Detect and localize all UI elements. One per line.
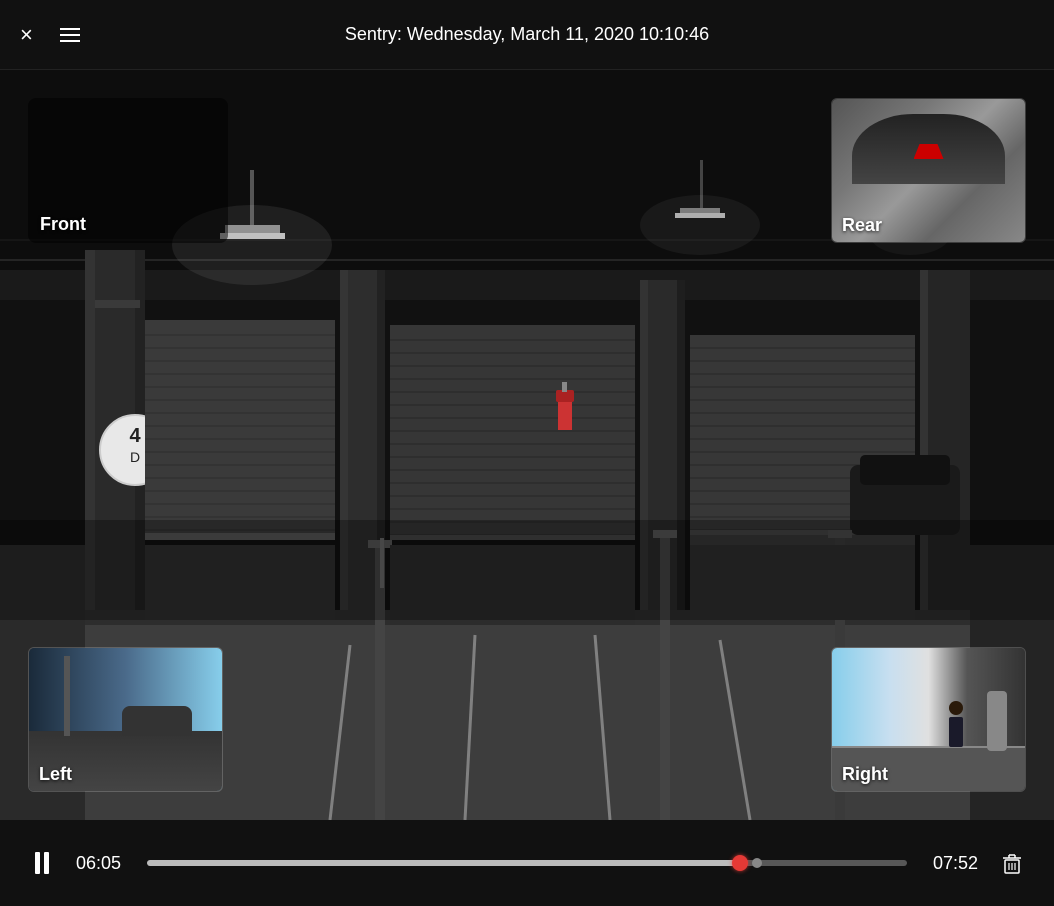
right-person [947, 701, 965, 751]
left-camera-label: Left [39, 764, 72, 785]
menu-icon-bar1 [60, 28, 80, 30]
person-head [949, 701, 963, 715]
close-button[interactable]: × [20, 24, 33, 46]
rear-camera-label: Rear [842, 215, 882, 236]
left-car [122, 706, 192, 736]
menu-button[interactable] [60, 28, 80, 42]
pause-bar-right [44, 852, 49, 874]
left-camera-thumbnail[interactable]: Left [28, 647, 223, 792]
video-title: Sentry: Wednesday, March 11, 2020 10:10:… [345, 24, 709, 45]
play-pause-button[interactable] [24, 845, 60, 881]
svg-text:4: 4 [129, 425, 141, 447]
total-time-display: 07:52 [923, 853, 978, 874]
progress-handle-secondary[interactable] [752, 858, 762, 868]
progress-handle-primary[interactable] [732, 855, 748, 871]
right-camera-label: Right [842, 764, 888, 785]
controls-bar: 06:05 07:52 [0, 820, 1054, 906]
front-camera-label: Front [40, 214, 86, 235]
pause-bar-left [35, 852, 40, 874]
trash-icon [999, 850, 1025, 876]
menu-icon-bar2 [60, 34, 80, 36]
rear-window [852, 114, 1005, 184]
current-time-display: 06:05 [76, 853, 131, 874]
front-camera-overlay[interactable]: Front [28, 98, 228, 243]
rear-camera-thumbnail[interactable]: Rear [831, 98, 1026, 243]
tesla-logo [914, 144, 944, 159]
menu-icon-bar3 [60, 40, 80, 42]
left-pole [64, 656, 70, 736]
svg-text:D: D [130, 449, 140, 465]
right-charger [987, 691, 1007, 751]
progress-fill [147, 860, 740, 866]
person-body [949, 717, 963, 747]
header-bar: × Sentry: Wednesday, March 11, 2020 10:1… [0, 0, 1054, 70]
delete-button[interactable] [994, 845, 1030, 881]
pause-icon [35, 852, 49, 874]
right-camera-thumbnail[interactable]: Right [831, 647, 1026, 792]
video-container: 4 D [0, 70, 1054, 820]
progress-bar[interactable] [147, 860, 907, 866]
